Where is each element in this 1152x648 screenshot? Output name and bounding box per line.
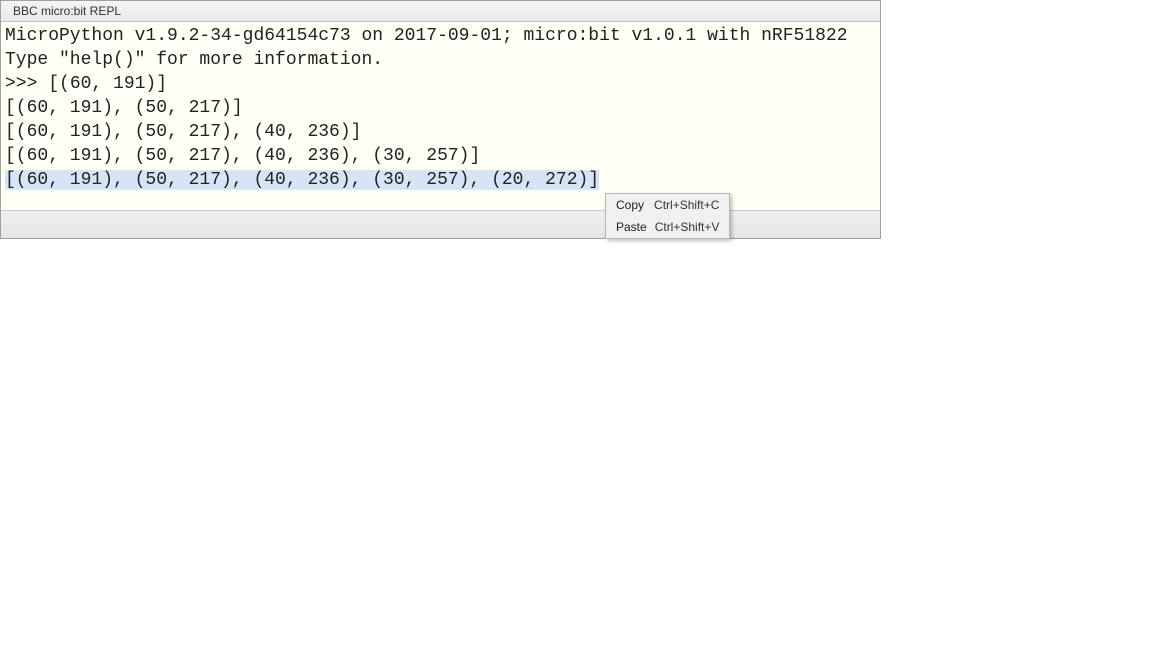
context-menu-paste[interactable]: Paste Ctrl+Shift+V xyxy=(606,216,729,238)
repl-line: [(60, 191), (50, 217), (40, 236)] xyxy=(5,120,876,144)
repl-prompt: >>> xyxy=(5,74,48,94)
repl-text: [(60, 191)] xyxy=(48,74,167,94)
panel-title-bar: BBC micro:bit REPL xyxy=(1,1,880,22)
repl-line: Type "help()" for more information. xyxy=(5,48,876,72)
repl-output[interactable]: MicroPython v1.9.2-34-gd64154c73 on 2017… xyxy=(1,22,880,210)
menu-item-shortcut: Ctrl+Shift+C xyxy=(654,198,719,212)
repl-line: [(60, 191), (50, 217), (40, 236), (30, 2… xyxy=(5,168,876,192)
menu-item-label: Paste xyxy=(616,220,647,234)
repl-line: [(60, 191), (50, 217), (40, 236), (30, 2… xyxy=(5,144,876,168)
repl-line: [(60, 191), (50, 217)] xyxy=(5,96,876,120)
context-menu: Copy Ctrl+Shift+C Paste Ctrl+Shift+V xyxy=(605,193,730,239)
menu-item-shortcut: Ctrl+Shift+V xyxy=(655,220,720,234)
repl-panel: BBC micro:bit REPL MicroPython v1.9.2-34… xyxy=(0,0,881,239)
menu-item-label: Copy xyxy=(616,198,644,212)
repl-line: >>> [(60, 191)] xyxy=(5,72,876,96)
panel-title: BBC micro:bit REPL xyxy=(13,4,121,18)
repl-selected-text[interactable]: [(60, 191), (50, 217), (40, 236), (30, 2… xyxy=(5,170,599,190)
repl-line: MicroPython v1.9.2-34-gd64154c73 on 2017… xyxy=(5,24,876,48)
panel-footer xyxy=(1,210,880,238)
context-menu-copy[interactable]: Copy Ctrl+Shift+C xyxy=(606,194,729,216)
